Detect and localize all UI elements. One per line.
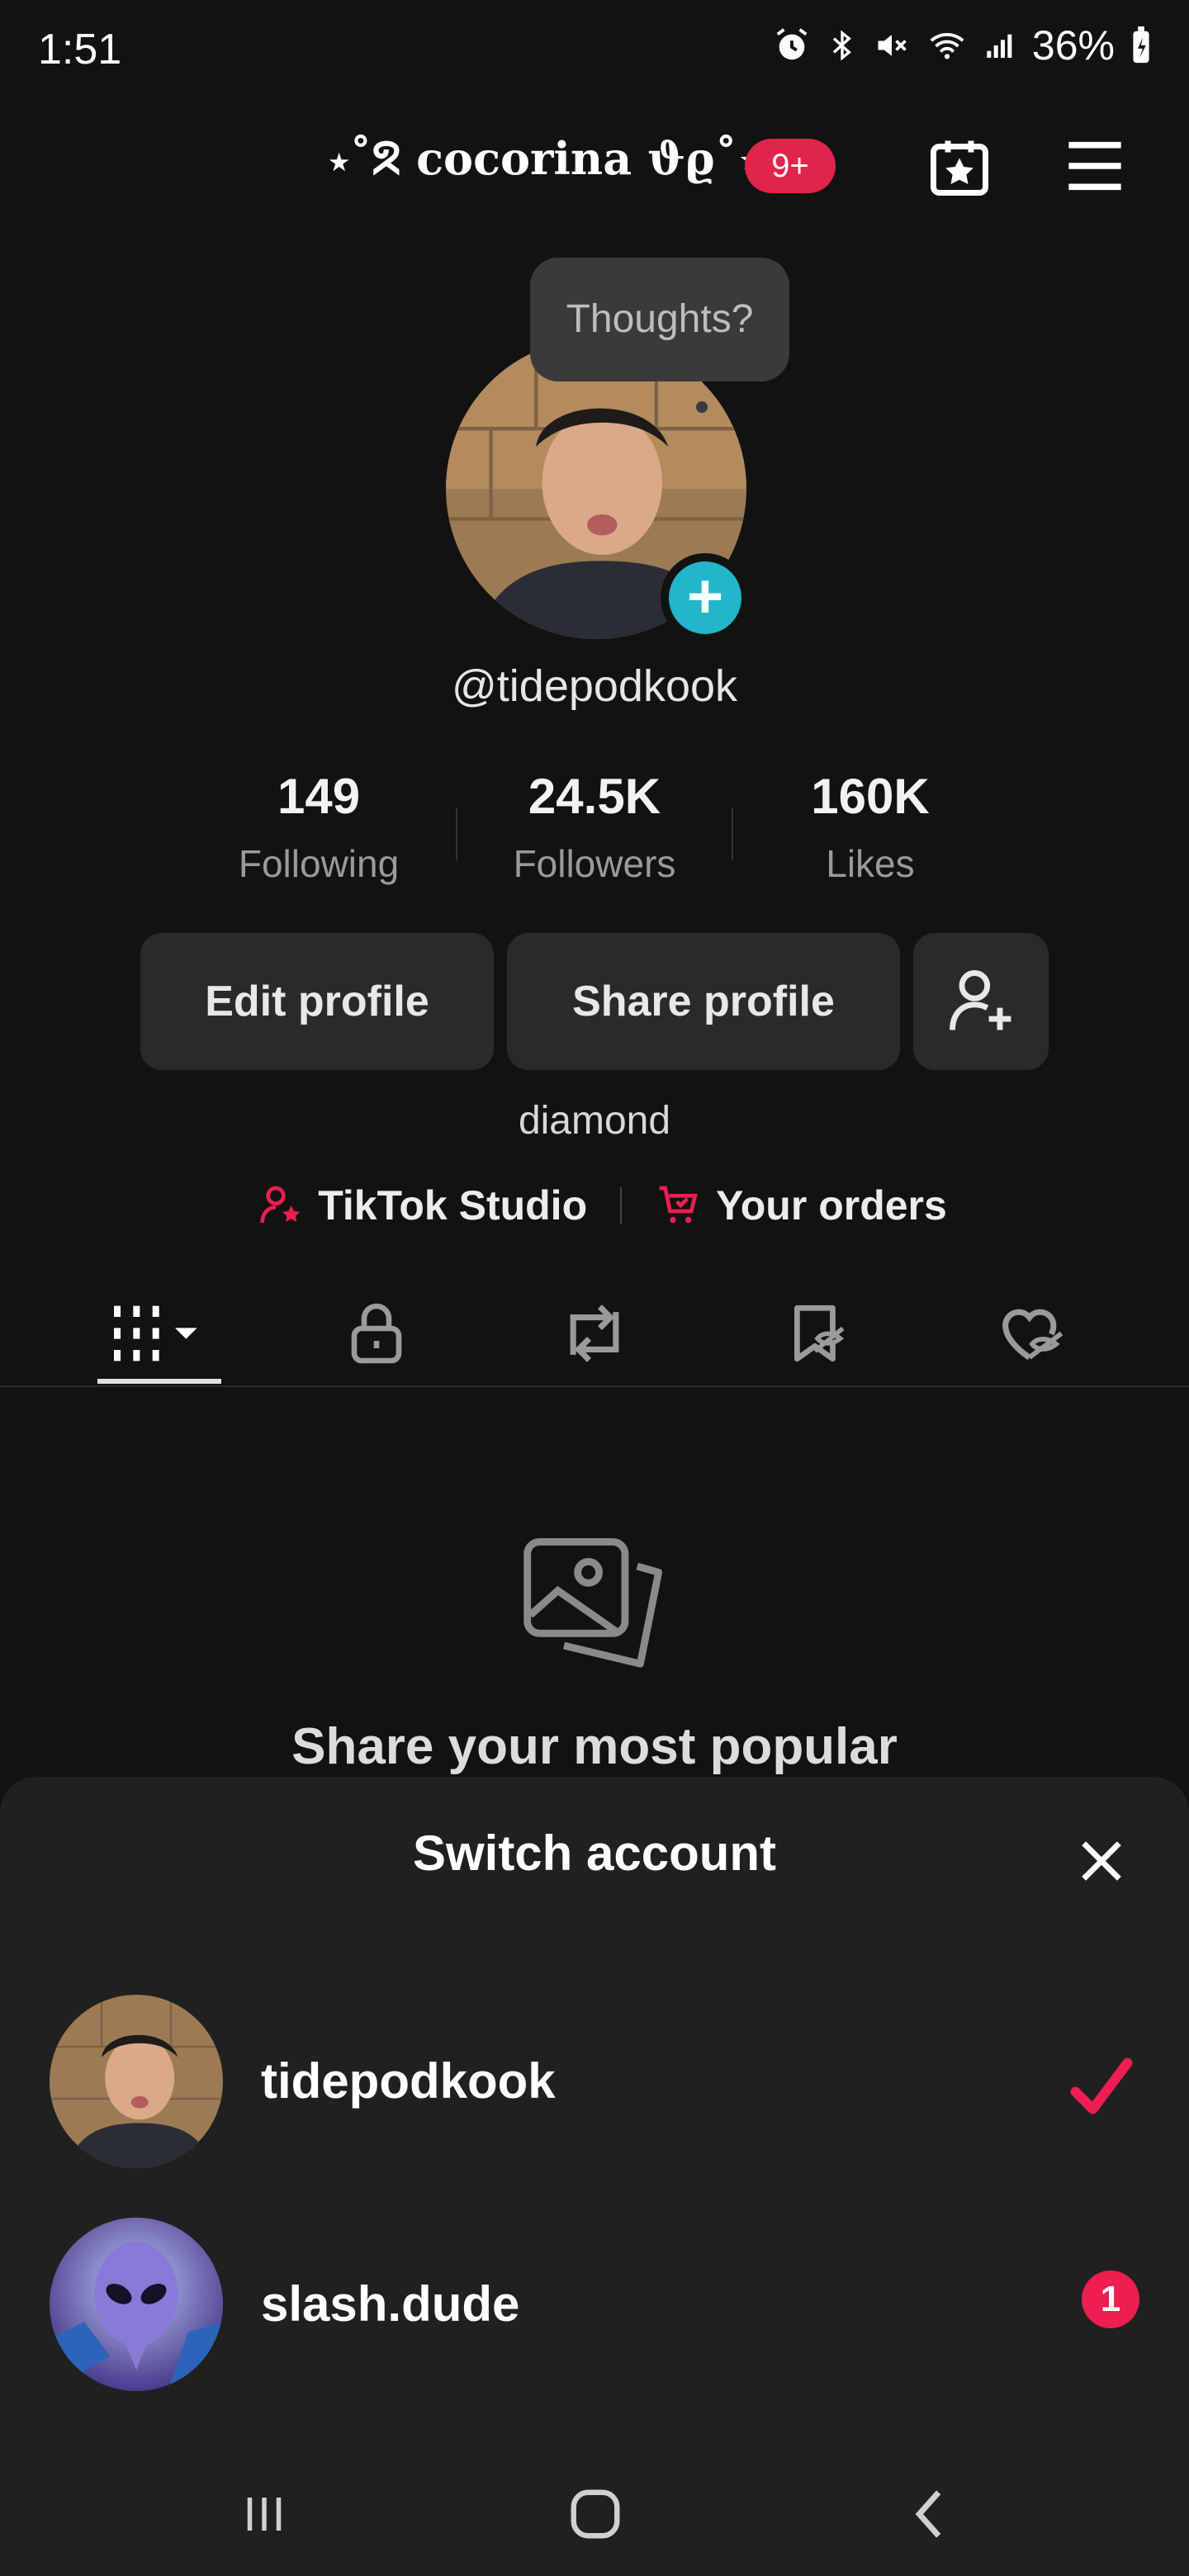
home-icon[interactable]	[566, 2485, 624, 2543]
profile-handle: @tidepodkook	[451, 661, 738, 711]
lock-icon	[351, 1303, 402, 1364]
bookmark-hidden-icon	[794, 1305, 845, 1362]
tiktok-studio-link[interactable]: TikTok Studio	[318, 1181, 587, 1229]
mute-icon	[878, 35, 907, 56]
thoughts-tooltip[interactable]: Thoughts?	[530, 258, 789, 381]
stat-value: 160K	[811, 769, 930, 824]
tooltip-tail	[696, 401, 708, 413]
stat-followers[interactable]: 24.5K Followers	[457, 768, 732, 900]
grid-videos-icon	[114, 1305, 197, 1361]
add-story-button[interactable]: +	[661, 553, 750, 642]
status-time: 1:51	[38, 26, 122, 73]
edit-profile-button[interactable]: Edit profile	[140, 933, 494, 1070]
account-notification-badge: 1	[1082, 2271, 1139, 2328]
status-bar: 1:51 36%	[0, 0, 1189, 107]
profile-links: TikTok Studio Your orders	[248, 1172, 958, 1238]
bluetooth-icon	[832, 30, 851, 61]
battery-icon	[1133, 26, 1149, 64]
check-icon	[1070, 2057, 1133, 2114]
account-name: tidepodkook	[261, 2053, 556, 2109]
add-user-icon	[950, 970, 1011, 1030]
sheet-title: Switch account	[412, 1825, 777, 1881]
tab-videos[interactable]	[76, 1280, 241, 1387]
profile-display-name[interactable]: ⋆˚ᘝ cocorina ϑϱ˚⋆	[329, 132, 765, 186]
status-icons: 36%	[773, 21, 1153, 69]
profile-bio: diamond	[518, 1099, 671, 1143]
wifi-icon	[930, 33, 964, 59]
tabs-divider	[0, 1385, 1189, 1387]
account-avatar	[50, 1995, 223, 2168]
system-nav-bar	[0, 2460, 1189, 2576]
notification-badge: 9+	[745, 139, 836, 193]
recent-apps-icon[interactable]	[239, 2485, 289, 2543]
creator-icon	[260, 1186, 301, 1224]
repost-icon	[570, 1305, 619, 1362]
stat-value: 149	[277, 769, 361, 824]
tab-private[interactable]	[294, 1280, 459, 1387]
stat-following[interactable]: 149 Following	[182, 768, 456, 900]
signal-icon	[987, 34, 1012, 58]
photos-icon	[523, 1537, 663, 1668]
battery-percent: 36%	[1031, 22, 1115, 69]
alarm-icon	[776, 28, 808, 60]
cart-icon	[659, 1186, 698, 1224]
stat-label: Followers	[513, 842, 676, 885]
close-icon[interactable]	[1075, 1835, 1128, 1887]
calendar-star-icon[interactable]	[925, 132, 994, 201]
empty-state-title: Share your most popular	[291, 1718, 898, 1775]
account-row-tidepodkook[interactable]: tidepodkook	[0, 1978, 1189, 2176]
plus-icon: +	[669, 561, 741, 634]
account-name: slash.dude	[261, 2276, 520, 2332]
stat-label: Likes	[826, 842, 915, 885]
heart-hidden-icon	[1002, 1309, 1063, 1361]
account-avatar	[50, 2218, 223, 2391]
profile-stats: 149 Following 24.5K Followers 160K Likes	[182, 768, 1007, 900]
your-orders-link[interactable]: Your orders	[716, 1181, 947, 1229]
back-icon[interactable]	[908, 2485, 950, 2543]
tab-reposts[interactable]	[512, 1280, 677, 1387]
tab-favorites[interactable]	[735, 1280, 900, 1387]
add-friend-button[interactable]	[913, 933, 1049, 1070]
stat-likes[interactable]: 160K Likes	[733, 768, 1007, 900]
stat-label: Following	[238, 842, 400, 885]
tab-liked[interactable]	[950, 1280, 1115, 1387]
share-profile-button[interactable]: Share profile	[507, 933, 900, 1070]
menu-icon[interactable]	[1063, 137, 1126, 195]
switch-account-sheet	[0, 1777, 1189, 2576]
account-row-slash-dude[interactable]: slash.dude	[0, 2201, 1189, 2399]
profile-tabs	[0, 1280, 1189, 1387]
stat-value: 24.5K	[528, 769, 661, 824]
link-divider	[620, 1187, 623, 1224]
active-tab-indicator	[97, 1379, 221, 1384]
